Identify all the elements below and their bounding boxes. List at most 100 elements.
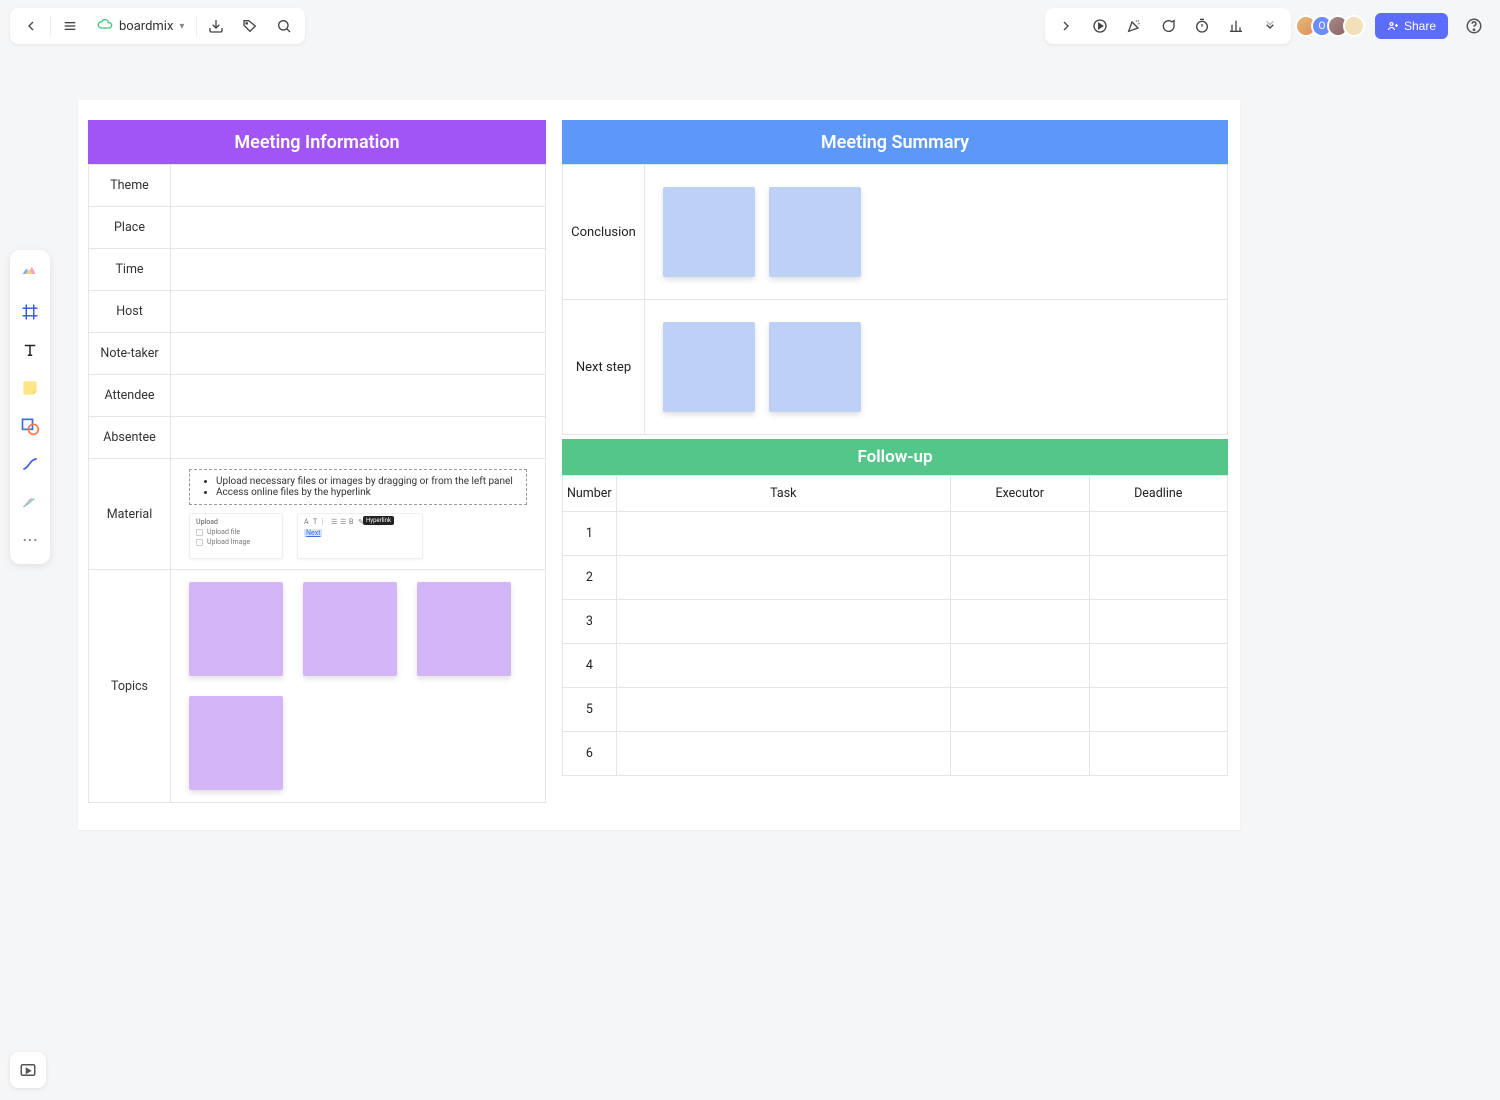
fu-deadline[interactable] <box>1089 644 1228 688</box>
row-topics-label[interactable]: Topics <box>89 570 171 803</box>
fu-executor[interactable] <box>951 512 1089 556</box>
search-button[interactable] <box>267 8 301 44</box>
fu-number[interactable]: 6 <box>563 732 617 776</box>
top-left-group: boardmix ▾ <box>10 8 305 44</box>
col-deadline[interactable]: Deadline <box>1089 476 1228 512</box>
material-hint: Access online files by the hyperlink <box>216 487 516 498</box>
expand-button[interactable] <box>1049 8 1083 44</box>
more-tool[interactable] <box>14 522 46 558</box>
fu-number[interactable]: 1 <box>563 512 617 556</box>
row-attendee-label[interactable]: Attendee <box>89 375 171 417</box>
frame-tool[interactable] <box>14 294 46 330</box>
row-notetaker-label[interactable]: Note-taker <box>89 333 171 375</box>
tag-button[interactable] <box>233 8 267 44</box>
fu-number[interactable]: 5 <box>563 688 617 732</box>
sticky-note[interactable] <box>303 582 397 676</box>
timer-button[interactable] <box>1185 8 1219 44</box>
help-button[interactable] <box>1458 10 1490 42</box>
fu-number[interactable]: 4 <box>563 644 617 688</box>
material-hint: Upload necessary files or images by drag… <box>216 476 516 487</box>
sticky-note[interactable] <box>189 696 283 790</box>
row-theme-value[interactable] <box>171 165 546 207</box>
row-host-value[interactable] <box>171 291 546 333</box>
avatar[interactable] <box>1343 15 1365 37</box>
meeting-info-header[interactable]: Meeting Information <box>88 120 546 164</box>
fu-executor[interactable] <box>951 688 1089 732</box>
sticky-note[interactable] <box>663 322 755 412</box>
comment-button[interactable] <box>1151 8 1185 44</box>
collaborator-avatars[interactable]: O <box>1301 15 1365 37</box>
row-notetaker-value[interactable] <box>171 333 546 375</box>
hyperlink-thumb[interactable]: Hyperlink AT☰☰B✎A🔗⊞ Next <box>297 513 423 559</box>
row-conclusion-body[interactable] <box>645 165 1228 300</box>
followup-table[interactable]: Number Task Executor Deadline 1 2 3 4 5 … <box>562 475 1228 776</box>
sticky-note[interactable] <box>663 187 755 277</box>
col-task[interactable]: Task <box>616 476 950 512</box>
fu-task[interactable] <box>616 600 950 644</box>
top-bar: boardmix ▾ <box>10 8 1490 44</box>
fu-task[interactable] <box>616 688 950 732</box>
back-button[interactable] <box>14 8 48 44</box>
row-host-label[interactable]: Host <box>89 291 171 333</box>
followup-header[interactable]: Follow-up <box>562 439 1228 475</box>
upload-panel-thumb[interactable]: Upload Upload file Upload Image <box>189 513 283 559</box>
meeting-info-table[interactable]: Theme Place Time Host Note-taker Attende… <box>88 164 546 803</box>
row-absentee-label[interactable]: Absentee <box>89 417 171 459</box>
fu-task[interactable] <box>616 512 950 556</box>
fu-executor[interactable] <box>951 556 1089 600</box>
fu-task[interactable] <box>616 644 950 688</box>
row-place-label[interactable]: Place <box>89 207 171 249</box>
download-button[interactable] <box>199 8 233 44</box>
menu-button[interactable] <box>53 8 87 44</box>
row-absentee-value[interactable] <box>171 417 546 459</box>
col-executor[interactable]: Executor <box>951 476 1089 512</box>
pen-tool[interactable] <box>14 484 46 520</box>
meeting-summary-header[interactable]: Meeting Summary <box>562 120 1228 164</box>
material-hint-box[interactable]: Upload necessary files or images by drag… <box>189 469 527 505</box>
fu-deadline[interactable] <box>1089 600 1228 644</box>
row-attendee-value[interactable] <box>171 375 546 417</box>
more-tools-button[interactable] <box>1253 8 1287 44</box>
shape-tool[interactable] <box>14 408 46 444</box>
fu-task[interactable] <box>616 732 950 776</box>
row-conclusion-label[interactable]: Conclusion <box>563 165 645 300</box>
row-theme-label[interactable]: Theme <box>89 165 171 207</box>
row-nextstep-body[interactable] <box>645 300 1228 435</box>
brand-dropdown[interactable]: boardmix ▾ <box>87 16 194 36</box>
fu-deadline[interactable] <box>1089 688 1228 732</box>
fu-executor[interactable] <box>951 732 1089 776</box>
fu-task[interactable] <box>616 556 950 600</box>
meeting-summary-table[interactable]: Conclusion Next step <box>562 164 1228 435</box>
col-number[interactable]: Number <box>563 476 617 512</box>
chart-button[interactable] <box>1219 8 1253 44</box>
minimap-button[interactable] <box>10 1052 46 1088</box>
confetti-button[interactable] <box>1117 8 1151 44</box>
share-label: Share <box>1404 19 1436 33</box>
fu-number[interactable]: 3 <box>563 600 617 644</box>
connector-tool[interactable] <box>14 446 46 482</box>
sticky-note[interactable] <box>189 582 283 676</box>
row-time-value[interactable] <box>171 249 546 291</box>
fu-number[interactable]: 2 <box>563 556 617 600</box>
row-nextstep-label[interactable]: Next step <box>563 300 645 435</box>
share-button[interactable]: Share <box>1375 13 1448 39</box>
fu-deadline[interactable] <box>1089 556 1228 600</box>
row-material-label[interactable]: Material <box>89 459 171 570</box>
canvas[interactable]: Meeting Information Theme Place Time Hos… <box>78 100 1240 830</box>
play-button[interactable] <box>1083 8 1117 44</box>
sticky-note[interactable] <box>769 322 861 412</box>
fu-deadline[interactable] <box>1089 732 1228 776</box>
text-tool[interactable] <box>14 332 46 368</box>
row-place-value[interactable] <box>171 207 546 249</box>
fu-executor[interactable] <box>951 600 1089 644</box>
sticky-note-tool[interactable] <box>14 370 46 406</box>
meeting-information-panel: Meeting Information Theme Place Time Hos… <box>88 120 546 803</box>
fu-deadline[interactable] <box>1089 512 1228 556</box>
row-material-value[interactable]: Upload necessary files or images by drag… <box>171 459 546 570</box>
templates-tool[interactable] <box>14 256 46 292</box>
row-time-label[interactable]: Time <box>89 249 171 291</box>
fu-executor[interactable] <box>951 644 1089 688</box>
row-topics-value[interactable] <box>171 570 546 803</box>
sticky-note[interactable] <box>417 582 511 676</box>
sticky-note[interactable] <box>769 187 861 277</box>
